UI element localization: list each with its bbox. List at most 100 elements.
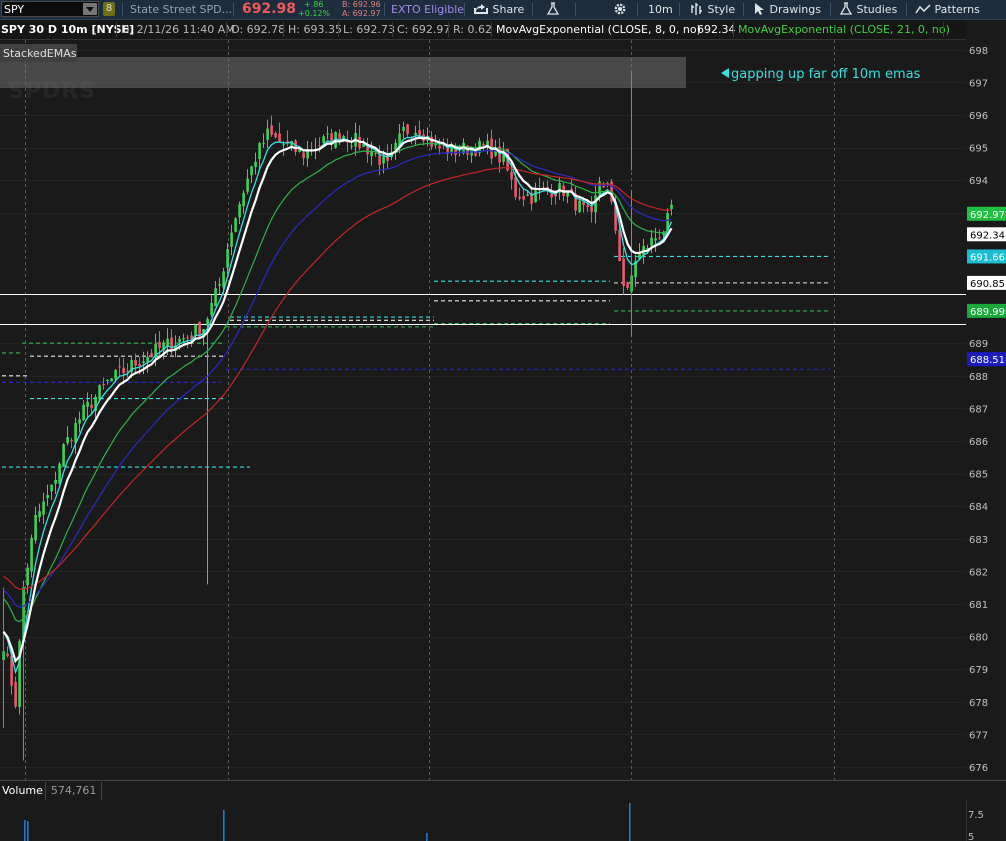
price-tick-label: 685 bbox=[969, 470, 988, 481]
candle-body bbox=[238, 204, 241, 218]
candle-body bbox=[66, 437, 69, 444]
candle-body bbox=[90, 404, 93, 408]
toolbar-divider bbox=[122, 3, 123, 16]
patterns-icon bbox=[915, 4, 931, 14]
price-label-text: 688.51 bbox=[970, 355, 1005, 366]
price-tick-label: 694 bbox=[969, 176, 988, 187]
candle-body bbox=[274, 132, 277, 138]
candle-body bbox=[42, 501, 45, 515]
study-ema21-label[interactable]: MovAvgExponential (CLOSE, 21, 0, no) bbox=[738, 20, 950, 39]
candle-body bbox=[350, 145, 353, 147]
candle-body bbox=[418, 129, 421, 135]
candle-body bbox=[242, 192, 245, 207]
candle-body bbox=[222, 271, 225, 288]
bar-range: R: 0.62 bbox=[453, 23, 492, 36]
candle-body bbox=[586, 205, 589, 208]
candle-body bbox=[414, 132, 417, 136]
symbol-text: SPY bbox=[4, 3, 25, 16]
price-label: 691.66 bbox=[967, 249, 1006, 263]
candle-body bbox=[302, 152, 305, 159]
candle-body bbox=[522, 196, 525, 200]
candle-body bbox=[218, 284, 221, 286]
infobar-divider bbox=[283, 22, 284, 37]
bar-date: D: 2/11/26 11:40 AM bbox=[121, 23, 235, 36]
bar-close: C: 692.97 bbox=[397, 23, 451, 36]
flask-icon bbox=[839, 2, 853, 15]
price-label-text: 691.66 bbox=[970, 252, 1005, 263]
candle-body bbox=[526, 194, 529, 196]
candle-body bbox=[126, 370, 129, 372]
toolbar-divider bbox=[233, 3, 234, 16]
candle-body bbox=[670, 204, 673, 210]
bid-ask-stack: B: 692.96 A: 692.97 bbox=[342, 0, 381, 19]
toolbar-divider bbox=[743, 3, 744, 16]
candle-body bbox=[78, 419, 81, 424]
price-tick-label: 688 bbox=[969, 372, 988, 383]
chart-annotation[interactable]: gapping up far off 10m emas bbox=[731, 67, 921, 82]
candle-body bbox=[590, 206, 593, 212]
candle-body bbox=[482, 143, 485, 146]
chevron-down-icon[interactable] bbox=[83, 3, 97, 15]
drawings-button[interactable]: Drawings bbox=[754, 0, 821, 19]
patterns-button[interactable]: Patterns bbox=[915, 0, 980, 19]
settings-button[interactable] bbox=[613, 0, 627, 19]
study-ema8-label[interactable]: MovAvgExponential (CLOSE, 8, 0, no) bbox=[496, 20, 701, 39]
candle-body bbox=[170, 337, 173, 351]
candle-body bbox=[246, 178, 249, 192]
candle-body bbox=[6, 653, 9, 656]
flask-button[interactable] bbox=[546, 0, 560, 19]
candle-body bbox=[82, 404, 85, 421]
candle-body bbox=[250, 166, 253, 176]
flask-icon bbox=[546, 2, 560, 15]
candle-body bbox=[30, 537, 33, 572]
candle-body bbox=[58, 463, 61, 484]
price-tick-label: 678 bbox=[969, 698, 988, 709]
gear-icon bbox=[614, 3, 626, 15]
infobar-divider bbox=[943, 22, 944, 37]
style-button[interactable]: Style bbox=[690, 0, 735, 19]
volume-tick: 5 bbox=[968, 832, 974, 841]
infobar-divider bbox=[338, 22, 339, 37]
candle-body bbox=[70, 440, 73, 442]
candle-body bbox=[98, 385, 101, 400]
chart-info-bar: SPY 30 D 10m [NYSE] D: 2/11/26 11:40 AM … bbox=[0, 20, 966, 40]
study-ema8-value: 692.34 bbox=[697, 23, 736, 36]
price-chart[interactable]: SPDRS StackedEMAs gapping up far off 10m… bbox=[0, 0, 1006, 841]
candle-body bbox=[114, 369, 117, 379]
symbol-selector[interactable]: SPY bbox=[1, 1, 99, 17]
candle-body bbox=[194, 325, 197, 337]
drawings-label: Drawings bbox=[769, 3, 821, 16]
candle-body bbox=[234, 218, 237, 232]
chart-title[interactable]: SPY 30 D 10m [NYSE] bbox=[1, 20, 134, 39]
share-button[interactable]: Share bbox=[473, 0, 524, 19]
share-icon bbox=[474, 4, 488, 14]
price-tick-label: 695 bbox=[969, 144, 988, 155]
study-label-band bbox=[0, 57, 686, 88]
candle-body bbox=[510, 171, 513, 180]
style-label: Style bbox=[707, 3, 736, 16]
candle-body bbox=[266, 128, 269, 140]
volume-bar bbox=[24, 820, 26, 841]
exto-eligible-button[interactable]: EXTO Eligible bbox=[391, 0, 464, 19]
volume-pane bbox=[0, 781, 1006, 841]
volume-label: Volume bbox=[0, 782, 46, 800]
change-stack: +.86 +0.12% bbox=[298, 0, 330, 19]
percent-change: +0.12% bbox=[298, 9, 331, 18]
company-name: State Street SPD... bbox=[130, 3, 233, 16]
price-tick-label: 676 bbox=[969, 763, 988, 774]
price-tick-label: 697 bbox=[969, 78, 988, 89]
candle-body bbox=[14, 682, 17, 707]
infobar-divider bbox=[226, 22, 227, 37]
candle-body bbox=[50, 484, 53, 492]
candle-body bbox=[46, 494, 49, 499]
timeframe-button[interactable]: 10m bbox=[648, 0, 673, 19]
candle-body bbox=[62, 444, 65, 467]
price-label: 688.51 bbox=[967, 352, 1006, 367]
studies-button[interactable]: Studies bbox=[839, 0, 897, 19]
infobar-divider bbox=[448, 22, 449, 37]
candle-body bbox=[38, 511, 41, 518]
ask-price: A: 692.97 bbox=[342, 9, 381, 18]
candle-body bbox=[166, 338, 169, 346]
volume-bar bbox=[223, 810, 225, 841]
link-group-badge[interactable]: 8 bbox=[103, 2, 115, 16]
